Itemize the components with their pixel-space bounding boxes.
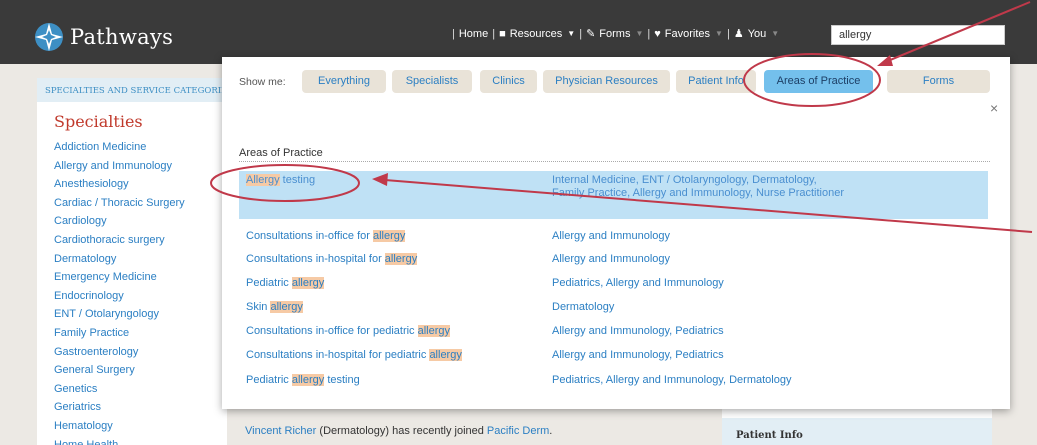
filter-everything[interactable]: Everything <box>302 70 386 93</box>
nav-forms[interactable]: ✎ Forms ▼ <box>586 27 644 41</box>
search-input[interactable] <box>831 25 1005 45</box>
caret-down-icon: ▼ <box>635 29 644 38</box>
sidebar-item[interactable]: ENT / Otolaryngology <box>54 305 227 324</box>
specialty-list: Addiction Medicine Allergy and Immunolog… <box>37 138 227 445</box>
show-me-label: Show me: <box>239 76 286 88</box>
filter-specialists[interactable]: Specialists <box>392 70 472 93</box>
result-row[interactable]: Consultations in-hospital for pediatric … <box>239 349 988 367</box>
nav-home[interactable]: Home <box>459 28 488 40</box>
sidebar-item[interactable]: Geriatrics <box>54 398 227 417</box>
sidebar-item[interactable]: Family Practice <box>54 324 227 343</box>
sidebar-item[interactable]: Allergy and Immunology <box>54 157 227 176</box>
compass-star-icon <box>35 23 63 51</box>
nav-resources[interactable]: ■ Resources ▼ <box>499 28 575 40</box>
brand-name: Pathways <box>70 25 174 49</box>
result-row[interactable]: Skin allergy Dermatology <box>239 301 988 319</box>
filter-clinics[interactable]: Clinics <box>480 70 537 93</box>
nav-you[interactable]: ♟ You ▼ <box>733 27 780 41</box>
sidebar: SPECIALTIES AND SERVICE CATEGORIES Speci… <box>37 78 227 445</box>
caret-down-icon: ▼ <box>715 29 723 38</box>
brand-logo[interactable]: Pathways <box>34 22 173 52</box>
sidebar-heading: SPECIALTIES AND SERVICE CATEGORIES <box>37 78 227 102</box>
sidebar-item[interactable]: Cardiology <box>54 212 227 231</box>
edit-icon: ✎ <box>586 28 596 40</box>
book-icon: ■ <box>499 27 506 40</box>
heart-icon: ♥ <box>654 27 661 40</box>
news-clinic-link[interactable]: Pacific Derm <box>487 425 549 437</box>
sidebar-item[interactable]: Anesthesiology <box>54 175 227 194</box>
news-item: Vincent Richer (Dermatology) has recentl… <box>245 425 553 437</box>
close-icon[interactable]: × <box>990 100 998 116</box>
sidebar-item[interactable]: Addiction Medicine <box>54 138 227 157</box>
filter-areas-of-practice[interactable]: Areas of Practice <box>764 70 873 93</box>
sidebar-item[interactable]: Emergency Medicine <box>54 268 227 287</box>
filter-patient-info[interactable]: Patient Info <box>676 70 756 93</box>
top-navigation-bar: Pathways | Home | ■ Resources ▼ | ✎ Form… <box>0 0 1037 64</box>
result-row[interactable]: Pediatric allergy testing Pediatrics, Al… <box>239 374 988 392</box>
sidebar-item[interactable]: Genetics <box>54 380 227 399</box>
main-nav: | Home | ■ Resources ▼ | ✎ Forms ▼ | ♥ F… <box>452 27 780 41</box>
search-results-dropdown: Show me: Everything Specialists Clinics … <box>222 57 1010 409</box>
sidebar-item[interactable]: Dermatology <box>54 250 227 269</box>
sidebar-item[interactable]: Cardiac / Thoracic Surgery <box>54 194 227 213</box>
sidebar-item[interactable]: Endocrinology <box>54 287 227 306</box>
result-row[interactable]: Consultations in-office for pediatric al… <box>239 325 988 343</box>
result-row[interactable]: Pediatric allergy Pediatrics, Allergy an… <box>239 277 988 295</box>
patient-info-heading: Patient Info <box>736 430 803 441</box>
sidebar-title: Specialties <box>54 112 143 131</box>
result-row[interactable]: Consultations in-office for allergy Alle… <box>239 230 988 248</box>
result-row[interactable]: Allergy testing Internal Medicine, ENT /… <box>239 171 988 219</box>
sidebar-item[interactable]: Home Health <box>54 436 227 445</box>
result-row[interactable]: Consultations in-hospital for allergy Al… <box>239 253 988 271</box>
sidebar-item[interactable]: Cardiothoracic surgery <box>54 231 227 250</box>
user-icon: ♟ <box>733 28 744 40</box>
news-person-link[interactable]: Vincent Richer <box>245 425 316 437</box>
caret-down-icon: ▼ <box>567 29 576 38</box>
sidebar-item[interactable]: Gastroenterology <box>54 343 227 362</box>
section-label: Areas of Practice <box>239 147 323 159</box>
sidebar-item[interactable]: Hematology <box>54 417 227 436</box>
sidebar-item[interactable]: General Surgery <box>54 361 227 380</box>
section-divider <box>239 161 990 162</box>
caret-down-icon: ▼ <box>771 29 780 38</box>
filter-forms[interactable]: Forms <box>887 70 990 93</box>
nav-favorites[interactable]: ♥ Favorites ▼ <box>654 28 723 40</box>
filter-physician-resources[interactable]: Physician Resources <box>543 70 670 93</box>
